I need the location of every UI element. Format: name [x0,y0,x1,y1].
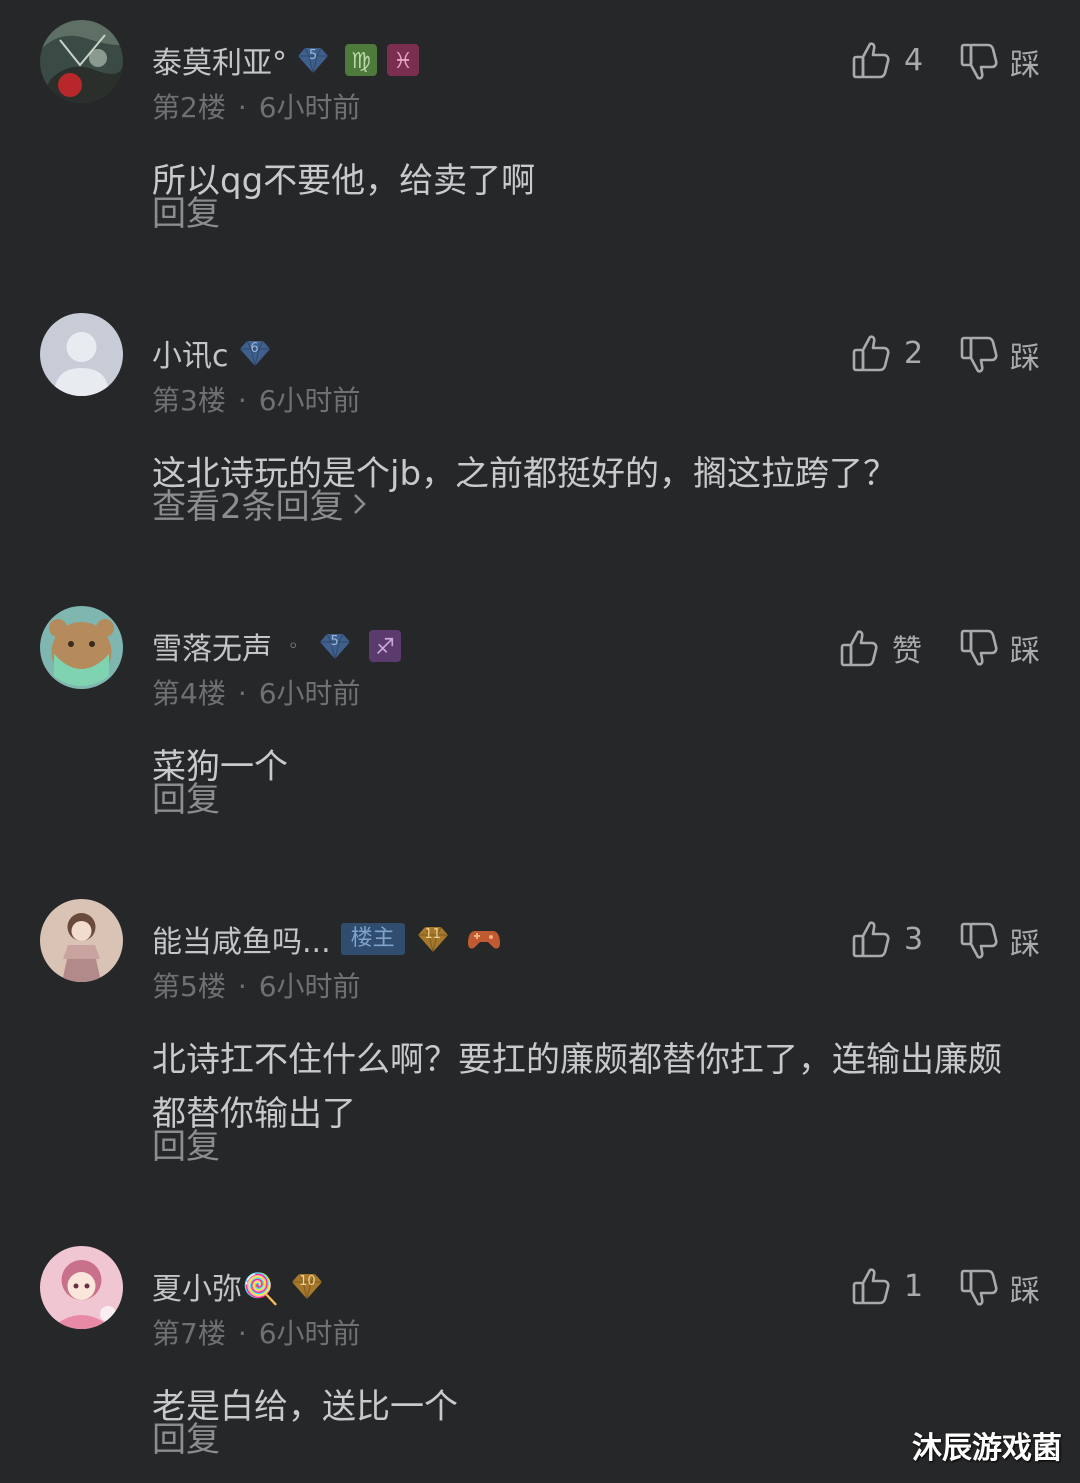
op-tag: 楼主 [340,923,405,955]
dislike-button[interactable]: 踩 [960,333,1040,377]
username[interactable]: 小讯c [152,331,229,375]
dislike-label: 踩 [1010,341,1040,376]
view-replies-link[interactable]: 查看2条回复 [152,479,368,528]
floor-time: 第3楼 · 6小时前 [152,384,361,417]
svg-text:♓: ♓ [393,49,413,74]
comment-text: 所以qg不要他，给卖了啊 [152,161,536,201]
like-label: 赞 [892,634,922,669]
status-dot: ◦ [288,635,299,657]
like-button[interactable]: 2 [852,333,923,373]
virgo-sign-icon: ♍ [345,44,377,76]
reply-button[interactable]: 回复 [152,1119,220,1168]
reply-button[interactable]: 回复 [152,186,220,235]
avatar[interactable] [40,1246,123,1329]
level-badge: 5 [297,46,329,74]
thumbs-up-icon [852,919,890,959]
avatar[interactable] [40,606,123,689]
username[interactable]: 泰莫利亚° [152,38,287,82]
thumbs-down-icon [960,628,998,668]
dislike-button[interactable]: 踩 [960,919,1040,963]
floor-time: 第5楼 · 6小时前 [152,970,361,1003]
username[interactable]: 夏小弥🍭 [152,1264,279,1308]
dislike-button[interactable]: 踩 [960,40,1040,84]
like-button[interactable]: 3 [852,919,923,959]
floor-time: 第7楼 · 6小时前 [152,1317,361,1350]
username[interactable]: 雪落无声 [152,624,272,668]
comment-text: 老是白给，送比一个 [152,1387,458,1427]
like-button[interactable]: 1 [852,1266,923,1306]
thumbs-down-icon [960,1268,998,1308]
avatar[interactable] [40,899,123,982]
dislike-button[interactable]: 踩 [960,1266,1040,1310]
chevron-right-icon [352,491,368,517]
dislike-button[interactable]: 踩 [960,626,1040,670]
like-count: 1 [904,1268,924,1304]
floor-time: 第2楼 · 6小时前 [152,91,361,124]
dislike-label: 踩 [1010,634,1040,669]
thumbs-down-icon [960,921,998,961]
like-count: 2 [904,335,924,371]
thumbs-down-icon [960,335,998,375]
username[interactable]: 能当咸鱼吗... [152,917,331,961]
floor-time: 第4楼 · 6小时前 [152,677,361,710]
level-badge: 10 [291,1272,323,1300]
like-button[interactable]: 赞 [840,626,922,670]
dislike-label: 踩 [1010,1274,1040,1309]
reply-button[interactable]: 回复 [152,1412,220,1461]
comment-text: 北诗扛不住什么啊？要扛的廉颇都替你扛了，连输出廉颇都替你输出了 [152,1040,1002,1134]
like-count: 4 [904,42,924,78]
gamepad-icon [467,923,500,955]
level-badge: 6 [239,339,271,367]
thumbs-up-icon [852,1266,890,1306]
thumbs-up-icon [852,333,890,373]
dislike-label: 踩 [1010,927,1040,962]
avatar[interactable] [40,20,123,103]
reply-button[interactable]: 回复 [152,772,220,821]
sagittarius-sign-icon: ♐ [368,630,401,662]
avatar[interactable] [40,313,123,396]
watermark: 沐辰游戏菌 [912,1431,1062,1466]
level-badge: 11 [417,925,449,953]
dislike-label: 踩 [1010,48,1040,83]
thumbs-down-icon [960,42,998,82]
thumbs-up-icon [840,628,878,668]
comment-text: 菜狗一个 [152,747,288,787]
like-button[interactable]: 4 [852,40,923,80]
like-count: 3 [904,921,924,957]
level-badge: 5 [319,632,351,660]
pisces-sign-icon: ♓ [387,44,419,76]
thumbs-up-icon [852,40,890,80]
svg-text:♐: ♐ [375,635,395,660]
svg-text:♍: ♍ [351,49,371,74]
